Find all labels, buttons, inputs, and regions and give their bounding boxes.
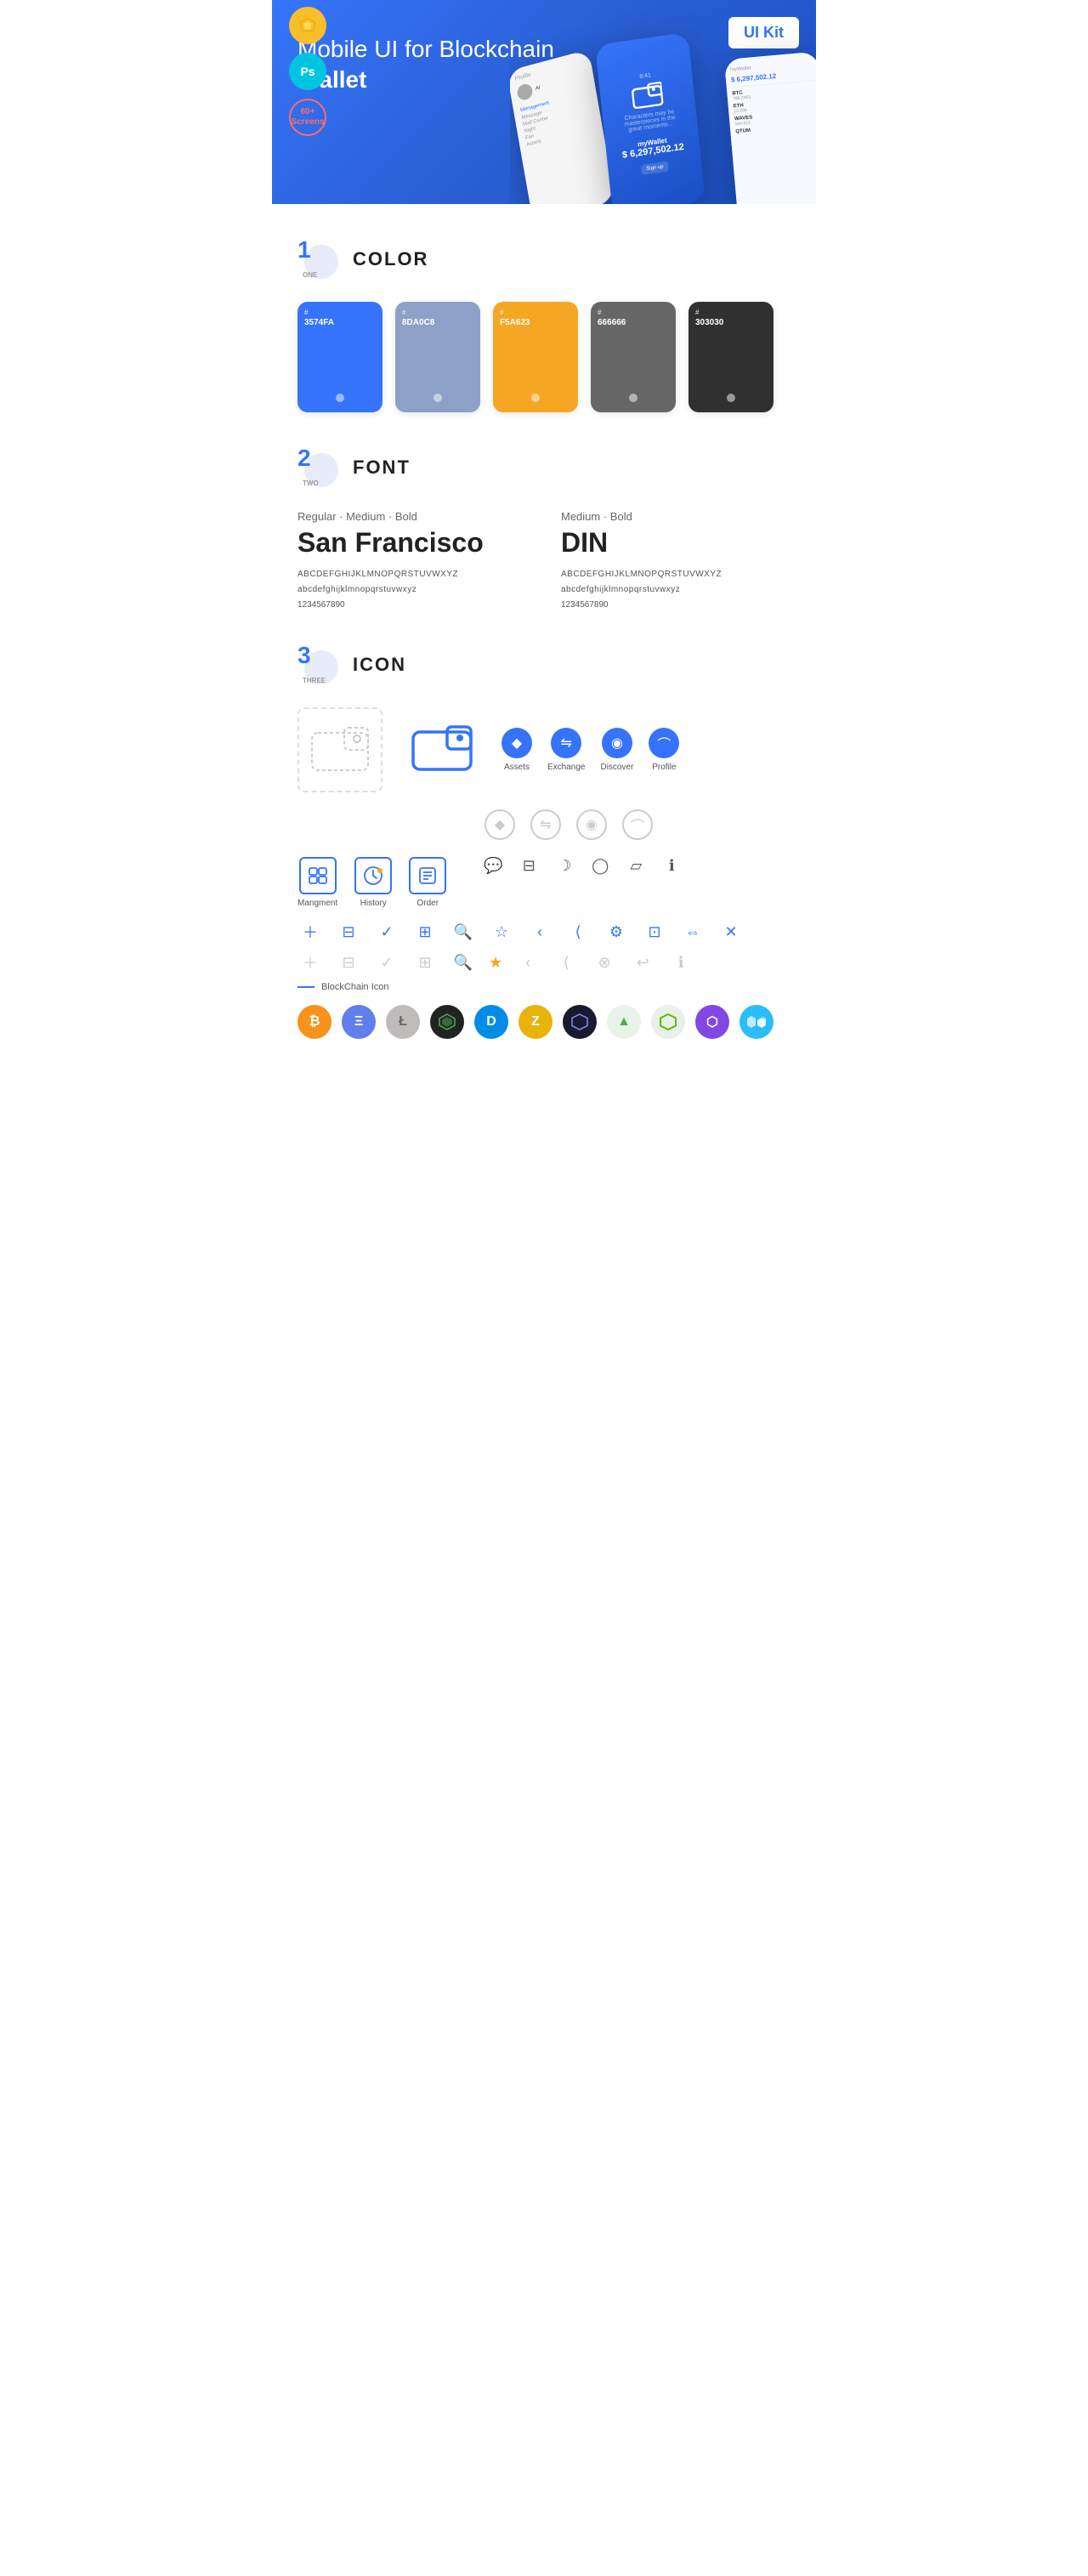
tab-icons-filled: ◆ Assets ⇋ Exchange ◉ Discover ⌒ Profile [502,728,679,772]
ethereum-icon: Ξ [342,1005,376,1039]
tab-exchange: ⇋ Exchange [547,728,585,772]
font-din: Medium · Bold DIN ABCDEFGHIJKLMNOPQRSTUV… [561,510,790,610]
hero-badges: Ps 60+Screens [289,7,326,136]
crypto-icons: ₿ Ξ Ł D Z ▲ ⬡ [298,1005,790,1039]
export-icon: ⊡ [642,923,667,941]
main-content: 1 ONE COLOR # 3574FA # 8DA0C8 # F5A623 #… [272,238,816,1064]
close-icon: ✕ [718,923,744,941]
ark-icon: ▲ [607,1005,641,1039]
litecoin-icon: Ł [386,1005,420,1039]
color-gray-blue: # 8DA0C8 [395,302,480,412]
tab-profile: ⌒ Profile [649,728,679,772]
back-icon: ‹ [527,923,552,941]
misc-icons: 💬 ⊟ ☽ ◯ ▱ ℹ [480,857,684,875]
hero-section: Mobile UI for Blockchain Wallet UI Kit P… [272,0,816,204]
screens-badge: 60+Screens [289,99,326,136]
font-title: FONT [353,457,411,479]
settings-outline-icon: ⊗ [592,954,617,972]
steem-icon [430,1005,464,1039]
tab-icons-outline: ◆ ⇋ ◉ ⌒ [484,809,790,840]
phone-mockups: Profile AI Management Message Mail Cente… [510,9,816,204]
neo-icon [651,1005,685,1039]
wallet-solid-icon [400,707,484,792]
document-icon: ⊟ [336,923,361,941]
check-icon: ✓ [374,923,400,941]
circle-icon: ◯ [587,857,613,875]
section-1-num: 1 ONE [298,238,340,281]
layers-icon: ⊟ [516,857,541,875]
sketch-badge [289,7,326,44]
tab-discover: ◉ Discover [600,728,633,772]
swap-outline-icon: ℹ [668,954,694,972]
plus-outline-icon: ＋ [298,951,323,973]
order-icon: Order [409,857,446,908]
check-outline-icon: ✓ [374,954,400,972]
info-icon: ℹ [659,857,684,875]
bitcoin-icon: ₿ [298,1005,332,1039]
back-outline-icon: ‹ [515,954,541,972]
search-outline-icon: 🔍 [450,954,476,972]
history-icon: History [354,857,392,908]
management-icons-row: Mangment History [298,857,790,908]
phone-center: 9:41 Characters may bemasterpieces in th… [595,32,706,204]
share-outline-icon: ⟨ [553,954,579,972]
color-orange: # F5A623 [493,302,578,412]
tab-assets-outline: ◆ [484,809,515,840]
settings-icon: ⚙ [604,923,629,941]
icon-row-1: ◆ Assets ⇋ Exchange ◉ Discover ⌒ Profile [298,707,790,792]
matic-icon [740,1005,774,1039]
grid-outline-icon: ⊞ [412,954,438,972]
plus-icon: ＋ [298,921,323,943]
font-section-header: 2 TWO FONT [298,446,790,489]
swap-icon: ⇔ [680,923,706,941]
message-icon: ▱ [623,857,649,875]
moon-icon: ☽ [552,857,577,875]
color-title: COLOR [353,248,428,270]
tab-discover-outline: ◉ [576,809,607,840]
hex-icon [563,1005,597,1039]
tab-exchange-outline: ⇋ [530,809,561,840]
section-3-num: 3 THREE [298,644,340,686]
font-sf: Regular · Medium · Bold San Francisco AB… [298,510,527,610]
color-section-header: 1 ONE COLOR [298,238,790,281]
color-gray: # 666666 [591,302,676,412]
tab-assets: ◆ Assets [502,728,532,772]
tab-profile-outline: ⌒ [622,809,653,840]
wallet-wireframe-icon [298,707,382,792]
chat-icon: 💬 [480,857,506,875]
polygon-icon: ⬡ [695,1005,729,1039]
icon-showcase: ◆ Assets ⇋ Exchange ◉ Discover ⌒ Profile [298,707,790,1064]
blockchain-label: BlockChain Icon [298,982,790,992]
star-icon: ☆ [489,923,514,941]
dash-icon: D [474,1005,508,1039]
star-filled-icon: ★ [489,954,502,972]
utility-icons-filled: ＋ ⊟ ✓ ⊞ 🔍 ☆ ‹ ⟨ ⚙ ⊡ ⇔ ✕ [298,921,790,943]
utility-icons-outline: ＋ ⊟ ✓ ⊞ 🔍 ★ ‹ ⟨ ⊗ ↩ ℹ [298,951,790,973]
phone-right: myWallet $ 6,297,502.12 BTC 788-2003 ETH… [724,52,816,204]
color-blue: # 3574FA [298,302,382,412]
color-dark: # 303030 [688,302,774,412]
share-icon: ⟨ [565,923,591,941]
font-showcase: Regular · Medium · Bold San Francisco AB… [298,510,790,610]
icon-title: ICON [353,654,406,676]
icon-section-header: 3 THREE ICON [298,644,790,686]
ps-badge: Ps [289,53,326,90]
section-2-num: 2 TWO [298,446,340,489]
zcash-icon: Z [518,1005,552,1039]
management-icon: Mangment [298,857,337,908]
document-outline-icon: ⊟ [336,954,361,972]
grid-icon: ⊞ [412,923,438,941]
search-icon: 🔍 [450,923,476,941]
color-swatches: # 3574FA # 8DA0C8 # F5A623 # 666666 # 30… [298,302,790,412]
export-outline-icon: ↩ [630,954,655,972]
